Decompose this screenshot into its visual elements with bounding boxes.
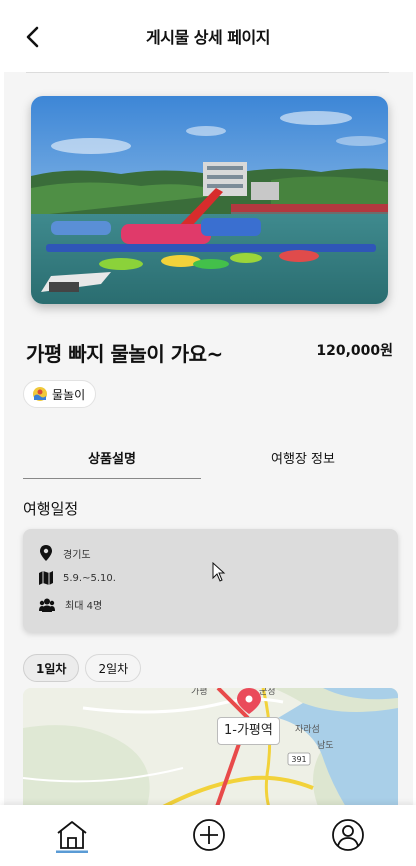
section-title-schedule: 여행일정	[23, 500, 79, 518]
map-place-label: 가평	[191, 688, 208, 697]
day-chip-1[interactable]: 1일차	[23, 654, 80, 682]
dates-text: 5.9.~5.10.	[63, 572, 116, 584]
mouse-cursor-icon	[212, 562, 226, 582]
plus-circle-icon	[193, 819, 225, 851]
user-icon	[332, 819, 364, 851]
capacity-text: 최대 4명	[65, 601, 103, 612]
nav-home-button[interactable]	[54, 817, 90, 854]
tab-host-info[interactable]: 여행장 정보	[211, 442, 395, 478]
header: 게시물 상세 페이지	[0, 0, 416, 72]
category-label: 물놀이	[52, 387, 86, 402]
location-pin-icon	[40, 545, 52, 561]
home-icon	[56, 821, 88, 854]
map-place-label: 군청	[259, 688, 276, 697]
people-icon	[39, 598, 55, 612]
water-play-icon	[33, 387, 47, 401]
category-chip[interactable]: 물놀이	[23, 380, 97, 408]
location-row: 경기도	[39, 545, 91, 561]
page-title: 게시물 상세 페이지	[146, 28, 270, 47]
route-map[interactable]: 가평 군청 자라섬 남도 391 1-가평역	[23, 688, 398, 805]
hero-photo	[31, 96, 388, 304]
bottom-nav	[0, 805, 416, 866]
header-divider	[26, 72, 389, 73]
map-place-label: 자라섬	[295, 724, 320, 735]
capacity-row: 최대 4명	[39, 597, 102, 612]
hero-image	[31, 96, 388, 304]
price: 120,000원	[316, 343, 393, 359]
post-title: 가평 빠지 물놀이 가요~	[26, 342, 223, 366]
day-selector: 1일차 2일차	[23, 654, 142, 682]
tab-description[interactable]: 상품설명	[23, 442, 201, 479]
map-canvas: 가평 군청 자라섬 남도 391	[23, 688, 398, 805]
map-icon	[39, 571, 53, 585]
nav-profile-button[interactable]	[330, 817, 366, 853]
location-text: 경기도	[63, 549, 91, 561]
road-badge-number: 391	[291, 755, 306, 764]
dates-row: 5.9.~5.10.	[39, 571, 116, 585]
map-place-label: 남도	[317, 740, 334, 751]
nav-add-button[interactable]	[191, 817, 227, 853]
tab-bar: 상품설명 여행장 정보	[23, 442, 395, 480]
main-content: 가평 빠지 물놀이 가요~ 120,000원 물놀이 상품설명 여행장 정보 여…	[4, 72, 413, 805]
schedule-card: 경기도 5.9.~5.10. 최대 4명	[23, 529, 398, 632]
day-chip-2[interactable]: 2일차	[85, 654, 142, 682]
marker-label: 1-가평역	[217, 717, 280, 745]
